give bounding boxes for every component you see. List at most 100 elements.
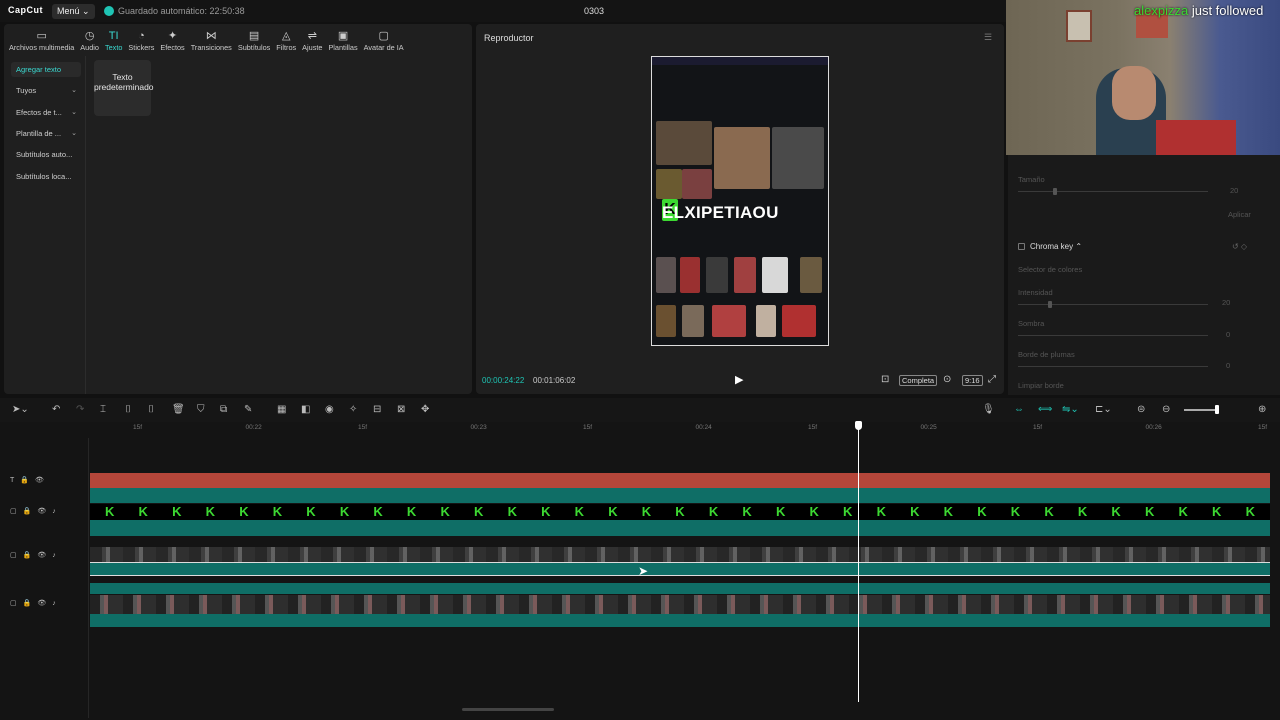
marker-icon[interactable]: ⛉ [197,404,205,415]
logo-k-thumbnail: K [574,504,585,519]
preview-image [682,305,704,337]
player-menu-icon[interactable]: ☰ [984,32,992,43]
zoom-in-icon[interactable]: ⊕ [1258,404,1266,415]
cutout-icon[interactable]: ◉ [325,404,334,415]
main-track-controls[interactable]: ▢🔒👁♪ [10,599,62,607]
main-video-audio[interactable] [90,614,1270,627]
tab-subtítulos[interactable]: ▤ Subtítulos [235,24,273,56]
magic-icon[interactable]: ✧ [349,404,357,415]
nav-item[interactable]: Agregar texto [11,62,81,77]
feather-slider[interactable] [1018,366,1208,367]
size-slider-handle[interactable] [1053,188,1057,195]
main-audio-clip[interactable] [90,583,1270,594]
preview-image [656,305,676,337]
effect-clip[interactable] [90,488,1270,503]
main-video-clip[interactable] [90,595,1270,614]
crop-icon[interactable]: ⧉ [220,404,227,415]
tab-transiciones[interactable]: ⋈ Transiciones [188,24,235,56]
split-icon[interactable]: ⌶ [100,404,106,415]
main-track-magnet-icon[interactable]: ⇔ [1014,404,1024,415]
nav-item-label: Subtítulos auto... [16,150,73,160]
intensity-label: Intensidad [1018,288,1053,297]
tab-label: Plantillas [328,43,358,52]
reset-icon[interactable]: ↺ ◇ [1232,242,1247,251]
resize-icon[interactable]: ⊟ [373,404,381,415]
logo-overlay-clip[interactable]: KKKKKKKKKKKKKKKKKKKKKKKKKKKKKKKKKKK [90,504,1270,520]
undo-icon[interactable]: ↶ [52,404,60,415]
delete-icon[interactable]: 🗑 [172,404,185,415]
tab-filtros[interactable]: ◬ Filtros [273,24,299,56]
chevron-down-icon: ⌄ [71,108,77,116]
ruler-tick-label: 00:23 [470,424,487,431]
intensity-slider-handle[interactable] [1048,301,1052,308]
menu-button[interactable]: Menú ⌄ [52,4,95,19]
split-left-icon[interactable]: ⌷ [125,404,131,415]
overlay-track-controls[interactable]: ▢🔒👁♪ [10,507,62,515]
microphone-icon[interactable]: 🎙 [982,404,995,415]
wall-poster [1066,10,1092,42]
linkage-icon[interactable]: ⇋⌄ [1062,404,1079,415]
nav-item[interactable]: Subtítulos auto... [11,147,81,162]
zoom-slider-handle[interactable] [1215,405,1219,414]
nav-item[interactable]: Efectos de t... ⌄ [11,105,81,120]
nav-item[interactable]: Subtítulos loca... [11,169,81,184]
edit-icon[interactable]: ⊠ [397,404,405,415]
shadow-slider[interactable] [1018,335,1208,336]
apply-button[interactable]: Aplicar [1228,210,1251,219]
tab-efectos[interactable]: ✦ Efectos [157,24,187,56]
intensity-value[interactable]: 20 [1222,298,1230,307]
nav-item[interactable]: Plantilla de ... ⌄ [11,126,81,141]
split-right-icon[interactable]: ⌷ [148,404,154,415]
shadow-value[interactable]: 0 [1226,330,1230,339]
size-slider[interactable] [1018,191,1208,192]
project-title: 0303 [584,6,605,16]
audio-waveform-clip[interactable] [90,520,1270,536]
fullscreen-icon[interactable]: ⤢ [988,374,996,385]
auto-snap-icon[interactable]: ⟺ [1038,404,1052,415]
video-preview[interactable]: K ELXIPETIAOU [651,56,829,346]
stabilize-icon[interactable]: ✥ [421,404,429,415]
tab-texto[interactable]: TI Texto [102,24,125,56]
chroma-key-label[interactable]: Chroma key ⌃ [1030,242,1082,251]
feather-value[interactable]: 0 [1226,361,1230,370]
quality-full-button[interactable]: Completa [899,375,938,386]
auto-reframe-icon[interactable]: ✎ [244,404,252,415]
tab-label: Archivos multimedia [9,43,75,52]
preview-axis-icon[interactable]: ⊏⌄ [1095,404,1112,415]
logo-k-thumbnail: K [1212,504,1222,519]
captions-icon[interactable]: ⊜ [1137,404,1145,415]
follow-alert: alexpizza just followed [1134,3,1263,18]
freeze-icon[interactable]: ▦ [277,404,286,415]
tab-stickers[interactable]: ◔ Stickers [125,24,157,56]
fit-icon[interactable]: ⊡ [881,374,889,385]
size-value[interactable]: 20 [1230,186,1238,195]
tab-plantillas[interactable]: ▣ Plantillas [325,24,360,56]
mirror-icon[interactable]: ◧ [301,404,310,415]
zoom-slider[interactable] [1184,409,1218,411]
video-clip[interactable] [90,547,1270,562]
playhead[interactable] [858,422,859,702]
tab-avatar-de-ia[interactable]: ▢ Avatar de IA [361,24,407,56]
tab-ajuste[interactable]: ⇌ Ajuste [299,24,325,56]
text-clip[interactable] [90,473,1270,488]
logo-k-thumbnail: K [708,504,719,519]
timeline-ruler[interactable]: 15f 00:22 15f 00:23 15f 00:24 15f 00:25 15f 00:26… [0,422,1280,438]
play-button[interactable]: ▶ [735,373,743,386]
zoom-out-icon[interactable]: ⊖ [1162,404,1170,415]
intensity-slider[interactable] [1018,304,1208,305]
video-audio-clip[interactable] [90,562,1270,576]
video-track-controls[interactable]: ▢🔒👁♪ [10,551,62,559]
aspect-ratio-button[interactable]: 9:16 [962,375,983,386]
select-tool-icon[interactable]: ➤⌄ [12,404,29,415]
chroma-key-checkbox[interactable] [1018,243,1025,250]
overlay-text[interactable]: ELXIPETIAOU [662,203,779,223]
screenshot-icon[interactable]: ⊙ [943,374,951,385]
default-text-card[interactable]: Texto predeterminado [94,60,154,116]
timeline-scrollbar[interactable] [462,708,554,711]
text-track-controls[interactable]: T🔒👁 [10,476,50,484]
ruler-tick-label: 15f [1258,424,1268,431]
tab-audio[interactable]: ◷ Audio [77,24,102,56]
nav-item[interactable]: Tuyos ⌄ [11,83,81,98]
redo-icon[interactable]: ↷ [76,404,84,415]
tab-archivos-multimedia[interactable]: ▭ Archivos multimedia [6,24,77,56]
